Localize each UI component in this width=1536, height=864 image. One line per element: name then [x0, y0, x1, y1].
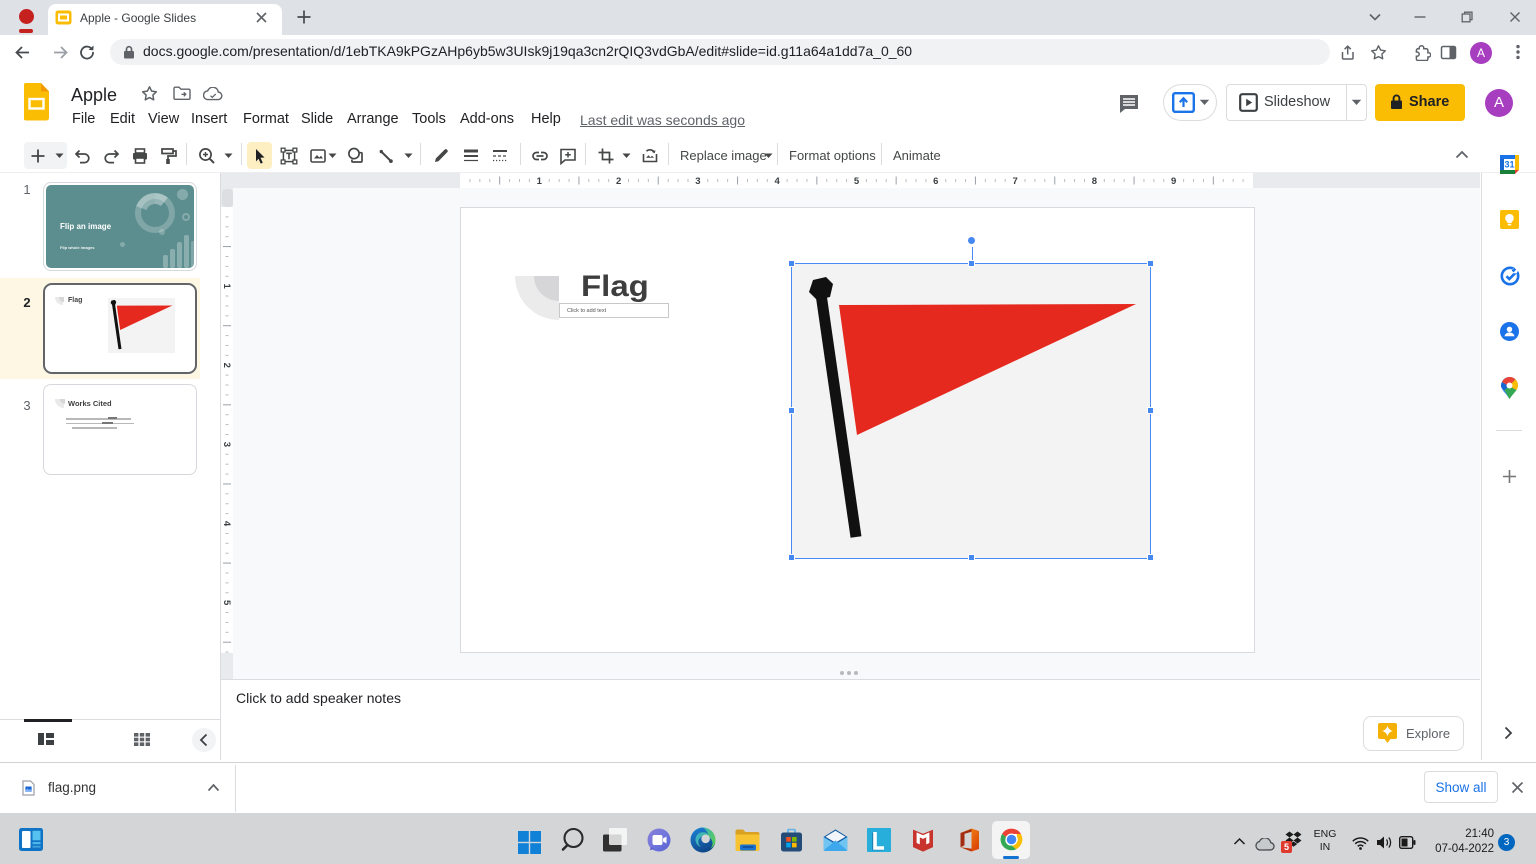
svg-text:6: 6 [933, 176, 938, 187]
svg-text:2: 2 [616, 176, 621, 187]
svg-text:3: 3 [695, 176, 700, 187]
svg-text:5: 5 [854, 176, 860, 187]
svg-text:4: 4 [775, 176, 781, 187]
svg-text:1: 1 [221, 283, 232, 289]
svg-text:31: 31 [1504, 160, 1514, 170]
svg-text:2: 2 [221, 363, 232, 368]
svg-text:9: 9 [1171, 176, 1176, 187]
svg-text:3: 3 [221, 442, 232, 447]
svg-text:1: 1 [537, 176, 543, 187]
svg-text:8: 8 [1092, 176, 1097, 187]
svg-text:5: 5 [221, 600, 232, 606]
svg-text:4: 4 [221, 521, 232, 527]
svg-text:7: 7 [1012, 176, 1017, 187]
